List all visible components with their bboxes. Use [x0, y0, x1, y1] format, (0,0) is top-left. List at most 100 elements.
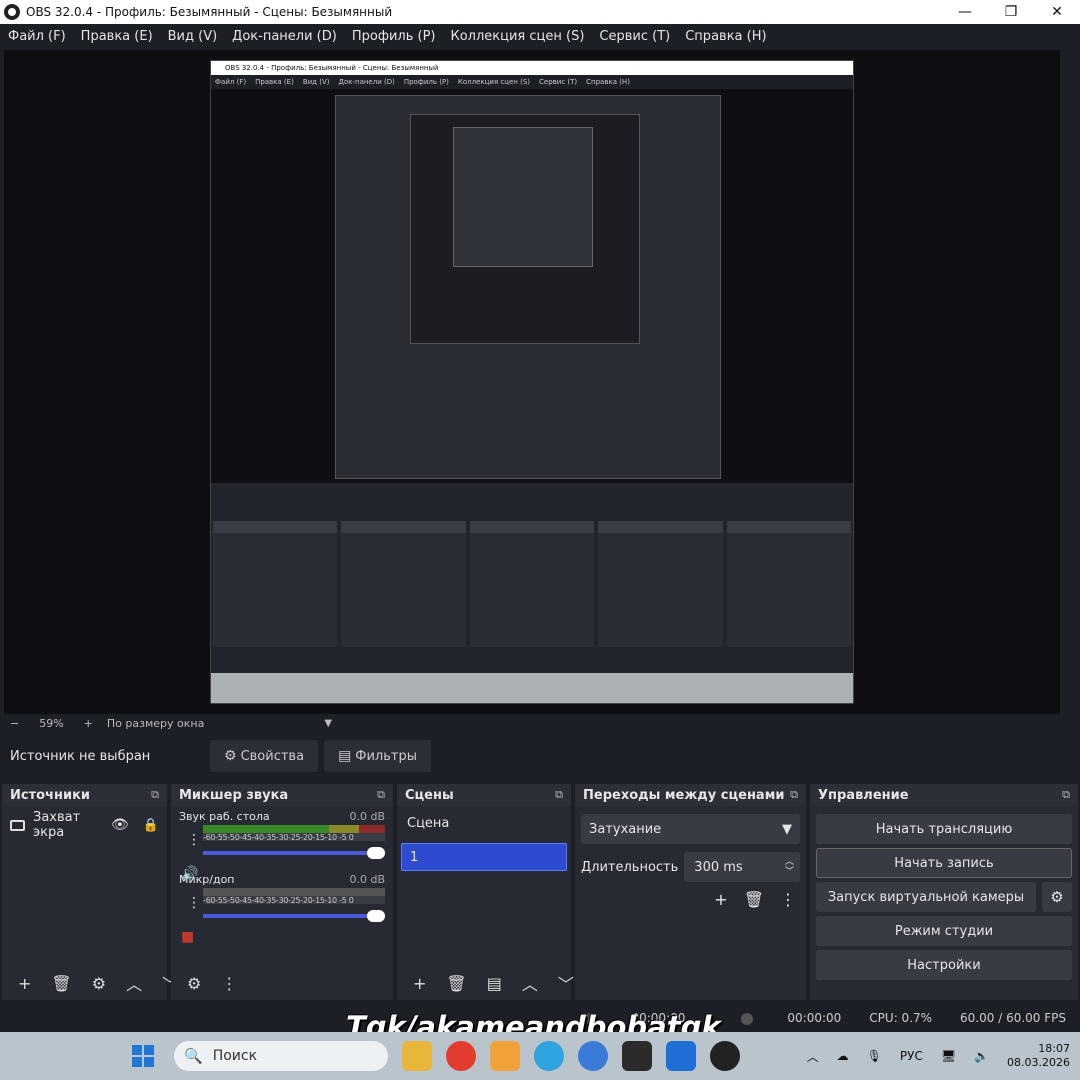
transition-tools: + 🗑 ⋮	[575, 882, 806, 909]
sources-dock-header: Источники ⧉	[2, 784, 167, 806]
preview-mini-docks	[211, 521, 853, 661]
menu-help[interactable]: Справка (H)	[685, 29, 766, 44]
channel-name: Микр/доп	[179, 873, 235, 886]
eye-icon[interactable]: 👁	[111, 817, 129, 833]
qbittorrent-icon[interactable]	[578, 1041, 608, 1071]
kebab-menu-icon[interactable]: ⋮	[221, 974, 237, 993]
sources-title: Источники	[10, 787, 90, 803]
chevron-up-icon[interactable]: ︿	[807, 1048, 819, 1065]
telegram-icon[interactable]	[534, 1041, 564, 1071]
undock-icon[interactable]: ⧉	[377, 788, 385, 802]
trash-icon[interactable]: 🗑	[51, 974, 71, 993]
source-item[interactable]: Захват экра 👁 🔒	[2, 806, 167, 844]
minimize-button[interactable]: —	[942, 0, 988, 24]
taskbar-search[interactable]: 🔍 Поиск	[174, 1041, 388, 1071]
chevron-up-icon[interactable]: ︿	[126, 971, 142, 995]
zoom-fit-select[interactable]: По размеру окна	[107, 717, 204, 730]
volume-meter: -60-55-50-45-40-35-30-25-20-15-10 -5 0	[203, 888, 385, 905]
file-explorer-icon[interactable]	[402, 1041, 432, 1071]
volume-meter: -60-55-50-45-40-35-30-25-20-15-10 -5 0	[203, 825, 385, 842]
menu-profile[interactable]: Профиль (P)	[352, 29, 436, 44]
studio-mode-button[interactable]: Режим студии	[816, 916, 1072, 946]
menu-edit[interactable]: Правка (E)	[81, 29, 153, 44]
undock-icon[interactable]: ⧉	[151, 788, 159, 802]
undock-icon[interactable]: ⧉	[555, 788, 563, 802]
duration-spinbox[interactable]: 300 ms ︿ ﹀	[684, 852, 800, 882]
kebab-menu-icon[interactable]: ⋮	[187, 895, 201, 911]
scenes-title: Сцены	[405, 787, 454, 803]
gear-icon[interactable]: ⚙	[92, 974, 106, 993]
lock-icon[interactable]: 🔒	[143, 818, 159, 833]
terminal-icon[interactable]	[622, 1041, 652, 1071]
menu-view[interactable]: Вид (V)	[168, 29, 218, 44]
menu-docks[interactable]: Док-панели (D)	[232, 29, 337, 44]
add-icon[interactable]: +	[18, 974, 31, 993]
trash-icon[interactable]: 🗑	[744, 890, 764, 909]
advanced-audio-icon[interactable]: ⚙	[187, 974, 201, 993]
menu-tools[interactable]: Сервис (T)	[599, 29, 670, 44]
scenes-footer: + 🗑 ▤ ︿ ﹀	[397, 966, 574, 1000]
preview-nested-capture	[335, 95, 721, 479]
zoom-out-button[interactable]: −	[10, 717, 19, 730]
kebab-menu-icon[interactable]: ⋮	[780, 890, 796, 909]
filter-icon[interactable]: ▤	[487, 974, 502, 993]
preview-mini-dock	[726, 521, 852, 647]
maximize-button[interactable]: ❐	[988, 0, 1034, 24]
transition-select[interactable]: Затухание ▼	[581, 814, 800, 844]
meter-scale: -60-55-50-45-40-35-30-25-20-15-10 -5 0	[203, 896, 354, 905]
volume-slider[interactable]	[203, 845, 385, 861]
scenes-dock-header: Сцены ⧉	[397, 784, 571, 806]
volume-icon[interactable]: 🔈	[974, 1049, 989, 1063]
volume-slider[interactable]	[203, 908, 385, 924]
source-item-label: Захват экра	[33, 810, 81, 840]
spin-arrows-icon[interactable]: ︿ ﹀	[785, 857, 794, 877]
menu-scene-collection[interactable]: Коллекция сцен (S)	[450, 29, 584, 44]
language-indicator[interactable]: РУС	[900, 1049, 923, 1063]
settings-button[interactable]: Настройки	[816, 950, 1072, 980]
system-tray: ︿ ☁ 🎙 РУС 🖥 🔈 18:07 08.03.2026	[789, 1032, 1070, 1080]
menu-file[interactable]: Файл (F)	[8, 29, 66, 44]
kebab-menu-icon[interactable]: ⋮	[187, 832, 201, 848]
record-time: 00:00:00	[787, 1011, 842, 1025]
transitions-title: Переходы между сценами	[583, 787, 785, 803]
chevron-down-icon[interactable]: ▼	[324, 718, 332, 729]
yandex-browser-icon[interactable]	[446, 1041, 476, 1071]
start-recording-button[interactable]: Начать запись	[816, 848, 1072, 878]
chevron-down-icon[interactable]: ﹀	[558, 971, 574, 995]
add-icon[interactable]: +	[714, 890, 727, 909]
zoom-in-button[interactable]: +	[84, 717, 93, 730]
monitor-icon	[10, 819, 25, 831]
microphone-icon[interactable]: 🎙	[867, 1049, 882, 1063]
add-icon[interactable]: +	[413, 974, 426, 993]
start-streaming-button[interactable]: Начать трансляцию	[816, 814, 1072, 844]
properties-button[interactable]: ⚙ Свойства	[210, 740, 319, 772]
preview-nested-capture-3	[453, 127, 593, 267]
transition-selected: Затухание	[589, 821, 662, 837]
controls-dock-header: Управление ⧉	[810, 784, 1078, 806]
filters-button[interactable]: ▤ Фильтры	[324, 740, 431, 772]
undock-icon[interactable]: ⧉	[790, 788, 798, 802]
trash-icon[interactable]: 🗑	[446, 974, 466, 993]
controls-title: Управление	[818, 787, 909, 803]
undock-icon[interactable]: ⧉	[1062, 788, 1070, 802]
chevron-up-icon[interactable]: ︿	[522, 971, 538, 995]
cloud-icon[interactable]: ☁	[837, 1049, 849, 1063]
preview-mini-titlebar: OBS 32.0.4 - Профиль: Безымянный - Сцены…	[211, 61, 853, 75]
preview-canvas[interactable]: OBS 32.0.4 - Профиль: Безымянный - Сцены…	[4, 50, 1060, 714]
muted-mic-icon[interactable]: ■	[181, 929, 194, 945]
clock[interactable]: 18:07 08.03.2026	[1007, 1042, 1070, 1070]
preview-mini-menu-item: Правка (E)	[255, 78, 294, 86]
gear-icon[interactable]: ⚙	[1042, 882, 1072, 912]
start-virtual-camera-button[interactable]: Запуск виртуальной камеры	[816, 882, 1036, 912]
app-icon[interactable]	[666, 1041, 696, 1071]
close-button[interactable]: ✕	[1034, 0, 1080, 24]
preview-mini-dock	[341, 521, 466, 647]
windows-start-icon[interactable]	[132, 1045, 154, 1067]
store-icon[interactable]	[490, 1041, 520, 1071]
obs-taskbar-icon[interactable]	[710, 1041, 740, 1071]
network-icon[interactable]: 🖥	[941, 1049, 956, 1063]
record-status: 00:00:00	[713, 1011, 841, 1025]
scene-item[interactable]: 1	[401, 843, 567, 871]
search-icon: 🔍	[184, 1047, 203, 1065]
preview-mini-dock	[469, 521, 595, 647]
